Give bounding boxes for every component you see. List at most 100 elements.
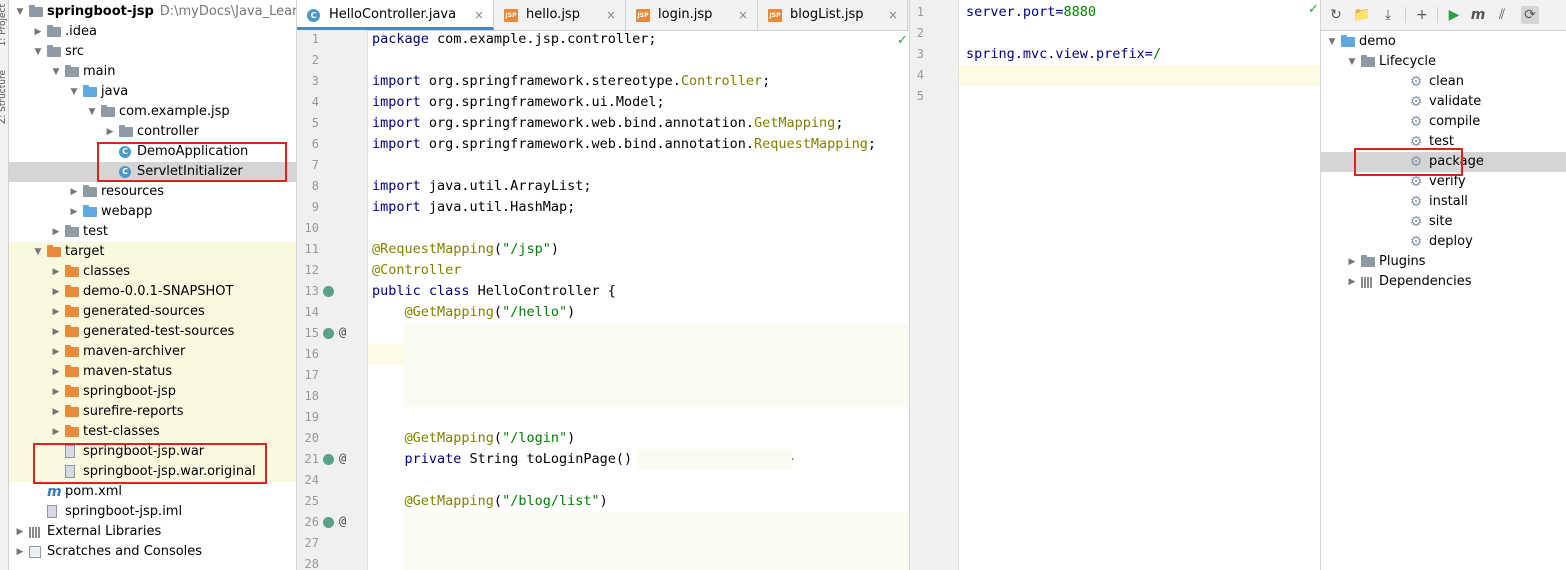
- spring-bean-gutter-icon[interactable]: [323, 328, 334, 339]
- collapse-arrow-icon[interactable]: ▶: [15, 542, 25, 562]
- maven-item-deploy[interactable]: ⚙ deploy: [1321, 232, 1566, 252]
- maven-item-plugins[interactable]: ▶ Plugins: [1321, 252, 1566, 272]
- collapse-arrow-icon[interactable]: ▶: [15, 522, 25, 542]
- tree-item-controller[interactable]: ▶ controller: [9, 122, 296, 142]
- expand-arrow-icon[interactable]: ▼: [87, 102, 97, 122]
- collapse-arrow-icon[interactable]: ▶: [51, 422, 61, 442]
- collapse-arrow-icon[interactable]: ▶: [51, 382, 61, 402]
- collapse-arrow-icon[interactable]: ▶: [105, 122, 115, 142]
- tree-item-surefire-reports[interactable]: ▶ surefire-reports: [9, 402, 296, 422]
- code-line[interactable]: @GetMapping("/hello"): [372, 302, 576, 323]
- tree-item-target[interactable]: ▼ target: [9, 242, 296, 262]
- request-mapping-gutter-icon[interactable]: @: [339, 325, 346, 339]
- tree-item-generated-sources[interactable]: ▶ generated-sources: [9, 302, 296, 322]
- tree-item-com-example-jsp[interactable]: ▼ com.example.jsp: [9, 102, 296, 122]
- close-tab-icon[interactable]: ×: [474, 0, 484, 30]
- tree-item-java[interactable]: ▼ java: [9, 82, 296, 102]
- code-line[interactable]: import org.springframework.web.bind.anno…: [372, 134, 876, 155]
- tree-item-main[interactable]: ▼ main: [9, 62, 296, 82]
- code-line[interactable]: @GetMapping("/blog/list"): [372, 491, 608, 512]
- close-tab-icon[interactable]: ×: [888, 0, 898, 30]
- spring-bean-gutter-icon[interactable]: [323, 454, 334, 465]
- maven-item-install[interactable]: ⚙ install: [1321, 192, 1566, 212]
- code-line[interactable]: package com.example.jsp.controller;: [372, 29, 656, 50]
- tree-item-springboot-jsp-iml[interactable]: springboot-jsp.iml: [9, 502, 296, 522]
- collapse-arrow-icon[interactable]: ▶: [51, 282, 61, 302]
- request-mapping-gutter-icon[interactable]: @: [339, 451, 346, 465]
- collapse-arrow-icon[interactable]: ▶: [1347, 252, 1357, 272]
- project-tool-label[interactable]: 1: Project: [0, 4, 8, 46]
- maven-item-clean[interactable]: ⚙ clean: [1321, 72, 1566, 92]
- tree-item-classes[interactable]: ▶ classes: [9, 262, 296, 282]
- collapse-arrow-icon[interactable]: ▶: [51, 262, 61, 282]
- maven-item-validate[interactable]: ⚙ validate: [1321, 92, 1566, 112]
- maven-item-demo[interactable]: ▼ demo: [1321, 32, 1566, 52]
- maven-item-compile[interactable]: ⚙ compile: [1321, 112, 1566, 132]
- maven-item-lifecycle[interactable]: ▼ Lifecycle: [1321, 52, 1566, 72]
- collapse-arrow-icon[interactable]: ▶: [69, 202, 79, 222]
- tree-item-scratches-and-consoles[interactable]: ▶ Scratches and Consoles: [9, 542, 296, 562]
- tree-item-external-libraries[interactable]: ▶ External Libraries: [9, 522, 296, 542]
- tab-bloglist-jsp[interactable]: JSP blogList.jsp ×: [758, 0, 908, 30]
- collapse-arrow-icon[interactable]: ▶: [51, 322, 61, 342]
- code-line[interactable]: public class HelloController {: [372, 281, 616, 302]
- maven-goal-icon[interactable]: m: [1469, 6, 1487, 24]
- tree-item-maven-status[interactable]: ▶ maven-status: [9, 362, 296, 382]
- tree-item-springboot-jsp[interactable]: ▶ springboot-jsp: [9, 382, 296, 402]
- tree-item-generated-test-sources[interactable]: ▶ generated-test-sources: [9, 322, 296, 342]
- expand-arrow-icon[interactable]: ▼: [33, 242, 43, 262]
- request-mapping-gutter-icon[interactable]: @: [339, 514, 346, 528]
- add-project-icon[interactable]: 📁: [1353, 6, 1371, 24]
- tab-login-jsp[interactable]: JSP login.jsp ×: [626, 0, 758, 30]
- close-tab-icon[interactable]: ×: [606, 0, 616, 30]
- code-line[interactable]: @Controller: [372, 260, 461, 281]
- skip-tests-icon[interactable]: ⟳: [1521, 6, 1539, 24]
- toggle-offline-icon[interactable]: ⫽: [1493, 6, 1511, 24]
- expand-arrow-icon[interactable]: ▼: [1327, 32, 1337, 52]
- expand-arrow-icon[interactable]: ▼: [15, 2, 25, 22]
- tree-item-test-classes[interactable]: ▶ test-classes: [9, 422, 296, 442]
- code-line[interactable]: import org.springframework.ui.Model;: [372, 92, 665, 113]
- expand-arrow-icon[interactable]: ▼: [69, 82, 79, 102]
- maven-item-site[interactable]: ⚙ site: [1321, 212, 1566, 232]
- tree-item-maven-archiver[interactable]: ▶ maven-archiver: [9, 342, 296, 362]
- code-line[interactable]: import org.springframework.stereotype.Co…: [372, 71, 770, 92]
- tree-item-demo-0-0-1-snapshot[interactable]: ▶ demo-0.0.1-SNAPSHOT: [9, 282, 296, 302]
- code-line[interactable]: @RequestMapping("/jsp"): [372, 239, 559, 260]
- code-line[interactable]: import java.util.HashMap;: [372, 197, 575, 218]
- collapse-arrow-icon[interactable]: ▶: [51, 222, 61, 242]
- collapse-arrow-icon[interactable]: ▶: [51, 342, 61, 362]
- collapse-arrow-icon[interactable]: ▶: [51, 362, 61, 382]
- reload-icon[interactable]: ↻: [1327, 6, 1345, 24]
- add-icon[interactable]: +: [1413, 6, 1431, 24]
- close-tab-icon[interactable]: ×: [738, 0, 748, 30]
- tree-item-resources[interactable]: ▶ resources: [9, 182, 296, 202]
- property-line[interactable]: spring.mvc.view.prefix=/: [966, 44, 1161, 65]
- expand-arrow-icon[interactable]: ▼: [51, 62, 61, 82]
- code-line[interactable]: import java.util.ArrayList;: [372, 176, 591, 197]
- download-icon[interactable]: ⤓: [1379, 6, 1397, 24]
- tab-hello-jsp[interactable]: JSP hello.jsp ×: [494, 0, 626, 30]
- code-line[interactable]: import org.springframework.web.bind.anno…: [372, 113, 843, 134]
- spring-bean-gutter-icon[interactable]: [323, 517, 334, 528]
- collapse-arrow-icon[interactable]: ▶: [69, 182, 79, 202]
- tree-item-src[interactable]: ▼ src: [9, 42, 296, 62]
- structure-tool-label[interactable]: Z: Structure: [0, 70, 8, 124]
- maven-item-dependencies[interactable]: ▶ Dependencies: [1321, 272, 1566, 292]
- tree-item-idea[interactable]: ▶ .idea: [9, 22, 296, 42]
- collapse-arrow-icon[interactable]: ▶: [33, 22, 43, 42]
- expand-arrow-icon[interactable]: ▼: [1347, 52, 1357, 72]
- property-line[interactable]: server.port=8880: [966, 2, 1096, 23]
- expand-arrow-icon[interactable]: ▼: [33, 42, 43, 62]
- spring-bean-gutter-icon[interactable]: [323, 286, 334, 297]
- collapse-arrow-icon[interactable]: ▶: [51, 302, 61, 322]
- run-icon[interactable]: ▶: [1445, 6, 1463, 24]
- tree-item-pom-xml[interactable]: m pom.xml: [9, 482, 296, 502]
- collapse-arrow-icon[interactable]: ▶: [51, 402, 61, 422]
- collapse-arrow-icon[interactable]: ▶: [1347, 272, 1357, 292]
- tab-hellocontroller-java[interactable]: C HelloController.java ×: [297, 0, 494, 30]
- tree-item-test[interactable]: ▶ test: [9, 222, 296, 242]
- code-line[interactable]: @GetMapping("/login"): [372, 428, 576, 449]
- tree-item-webapp[interactable]: ▶ webapp: [9, 202, 296, 222]
- tree-item-springboot-jsp[interactable]: ▼ springboot-jspD:\myDocs\Java_Learning\: [9, 2, 296, 22]
